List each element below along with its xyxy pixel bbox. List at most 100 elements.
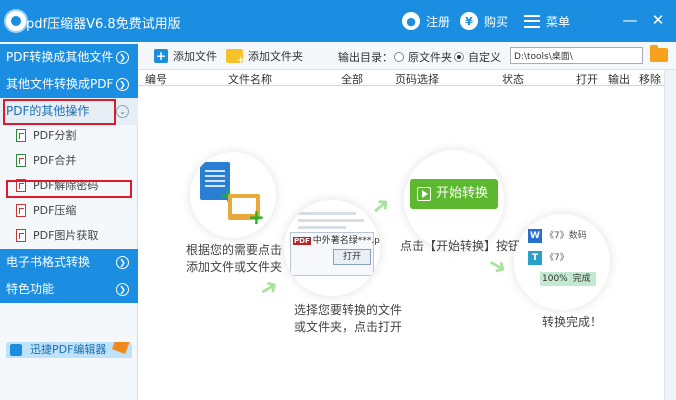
sidebar-item-pdf-split[interactable]: PDF分割 <box>0 123 138 148</box>
progress-status: 完成 <box>572 274 591 284</box>
result-row: T 《7》 <box>528 250 569 265</box>
editor-promo-banner[interactable]: 迅捷PDF编辑器 <box>6 342 132 358</box>
arrow-icon: ➜ <box>482 251 512 282</box>
step3-circle: 开始转换 <box>404 150 504 250</box>
close-button[interactable]: ✕ <box>650 12 666 28</box>
step4-circle: W 《7》数码 T 《7》 100% 完成 <box>514 214 610 310</box>
sidebar-item-pdf-compress[interactable]: PDF压缩 <box>0 198 138 223</box>
chevron-right-icon: ❯ <box>116 256 129 269</box>
text-file-icon: T <box>528 250 542 265</box>
category-label: 特色功能 <box>6 282 55 296</box>
title-bar: pdf压缩器V6.8免费试用版 ● 注册 ¥ 购买 菜单 — ✕ <box>0 0 676 42</box>
dialog-line <box>298 212 356 215</box>
open-dialog: PDF中外著名绿***.pdf," 打开 <box>290 232 380 276</box>
folder-plus-icon <box>226 49 245 66</box>
user-icon: ● <box>402 12 420 30</box>
step1-text-line1: 根据您的需要点击 <box>186 243 283 257</box>
sidebar-item-label: PDF合并 <box>33 154 77 167</box>
usage-guide: + + 根据您的需要点击 添加文件或文件夹 ➜ PDF中外著名绿***.pdf,… <box>138 86 664 400</box>
plus-icon: + <box>154 49 168 63</box>
step4-text: 转换完成！ <box>542 315 603 329</box>
dialog-line <box>298 219 364 222</box>
radio-label: 原文件夹 <box>408 51 452 64</box>
category-label: 其他文件转换成PDF <box>6 77 114 91</box>
highlight-box <box>3 99 116 125</box>
column-header-open: 打开 <box>576 73 598 86</box>
toolbar: + 添加文件 添加文件夹 输出目录： 原文件夹 自定义 <box>138 42 676 70</box>
sidebar-item-pdf-image-extract[interactable]: PDF图片获取 <box>0 223 138 248</box>
promo-tag-icon <box>112 342 130 354</box>
radio-original-folder[interactable]: 原文件夹 <box>394 49 452 65</box>
step2-circle: PDF中外著名绿***.pdf," 打开 <box>284 200 380 296</box>
radio-custom[interactable]: 自定义 <box>454 49 501 65</box>
menu-button[interactable]: 菜单 <box>524 10 570 32</box>
pdf-file-icon <box>16 154 26 167</box>
progress-bar: 100% 完成 <box>540 272 596 286</box>
column-header-filename: 文件名称 <box>228 73 272 86</box>
dialog-open-button: 打开 <box>333 249 371 265</box>
output-dir-label: 输出目录： <box>338 51 393 64</box>
sidebar-category-other-to-pdf[interactable]: 其他文件转换成PDF ❯ <box>0 71 138 98</box>
column-header-status: 状态 <box>502 73 524 86</box>
menu-label: 菜单 <box>546 14 571 29</box>
output-path-input[interactable] <box>510 47 643 64</box>
dialog-filename-row: PDF中外著名绿***.pdf," <box>293 233 380 246</box>
step1-circle: + + <box>190 152 276 238</box>
menu-icon <box>524 14 540 28</box>
app-title: pdf压缩器V6.8免费试用版 <box>26 17 181 32</box>
sidebar-category-special-features[interactable]: 特色功能 ❯ <box>0 276 138 303</box>
result-row-text: 《7》 <box>545 253 569 263</box>
category-label: PDF转换成其他文件 <box>6 50 114 64</box>
add-folder-button[interactable]: 添加文件夹 <box>226 48 303 66</box>
file-table-header: 编号 文件名称 全部 页码选择 状态 打开 输出 移除 <box>138 70 664 86</box>
arrow-icon: ➜ <box>366 190 397 223</box>
arrow-icon: ➜ <box>254 273 284 304</box>
yen-icon: ¥ <box>460 12 478 30</box>
pdf-file-icon <box>16 204 26 217</box>
sidebar: PDF转换成其他文件 ❯ 其他文件转换成PDF ❯ PDF的其他操作 ⌄ PDF… <box>0 42 138 400</box>
pdf-file-icon <box>16 129 26 142</box>
step2-text-line2: 或文件夹，点击打开 <box>294 320 403 334</box>
register-button[interactable]: ● 注册 <box>402 10 450 32</box>
plus-icon: + <box>248 205 265 229</box>
dialog-line <box>298 226 346 229</box>
chevron-right-icon: ❯ <box>116 51 129 64</box>
chevron-right-icon: ❯ <box>116 78 129 91</box>
sidebar-category-ebook-convert[interactable]: 电子书格式转换 ❯ <box>0 249 138 276</box>
app-logo-icon <box>4 9 28 33</box>
sidebar-item-label: PDF分割 <box>33 129 77 142</box>
column-header-page-select: 页码选择 <box>395 73 439 86</box>
buy-button[interactable]: ¥ 购买 <box>460 10 508 32</box>
add-file-button[interactable]: + 添加文件 <box>154 48 217 64</box>
vertical-scrollbar[interactable] <box>664 70 676 400</box>
browse-folder-icon[interactable] <box>650 45 668 62</box>
radio-label: 自定义 <box>468 51 501 64</box>
radio-icon <box>394 52 404 62</box>
column-header-output: 输出 <box>608 73 630 86</box>
banner-label: 迅捷PDF编辑器 <box>30 343 107 356</box>
result-row: W 《7》数码 <box>528 228 587 243</box>
category-label: 电子书格式转换 <box>6 255 91 269</box>
minimize-button[interactable]: — <box>622 12 638 28</box>
column-header-number: 编号 <box>145 73 167 86</box>
highlight-box <box>6 180 132 198</box>
column-header-all[interactable]: 全部 <box>341 71 363 87</box>
buy-label: 购买 <box>484 14 509 29</box>
word-file-icon: W <box>528 228 542 243</box>
step2-text-line1: 选择您要转换的文件 <box>294 303 403 317</box>
add-file-label: 添加文件 <box>173 50 217 63</box>
chevron-down-icon: ⌄ <box>116 105 129 118</box>
start-button-label: 开始转换 <box>436 186 489 201</box>
editor-logo-icon <box>10 344 22 356</box>
add-folder-label: 添加文件夹 <box>248 50 303 63</box>
pdf-badge-icon: PDF <box>293 237 311 245</box>
register-label: 注册 <box>426 14 451 29</box>
start-convert-illustration: 开始转换 <box>410 179 498 209</box>
dialog-filename: 中外著名绿***.pdf," <box>312 236 380 246</box>
chevron-right-icon: ❯ <box>116 283 129 296</box>
sidebar-item-pdf-merge[interactable]: PDF合并 <box>0 148 138 173</box>
column-header-remove: 移除 <box>639 73 661 86</box>
result-row-text: 《7》数码 <box>545 231 587 241</box>
radio-selected-icon <box>454 52 464 62</box>
sidebar-category-pdf-to-other[interactable]: PDF转换成其他文件 ❯ <box>0 44 138 71</box>
